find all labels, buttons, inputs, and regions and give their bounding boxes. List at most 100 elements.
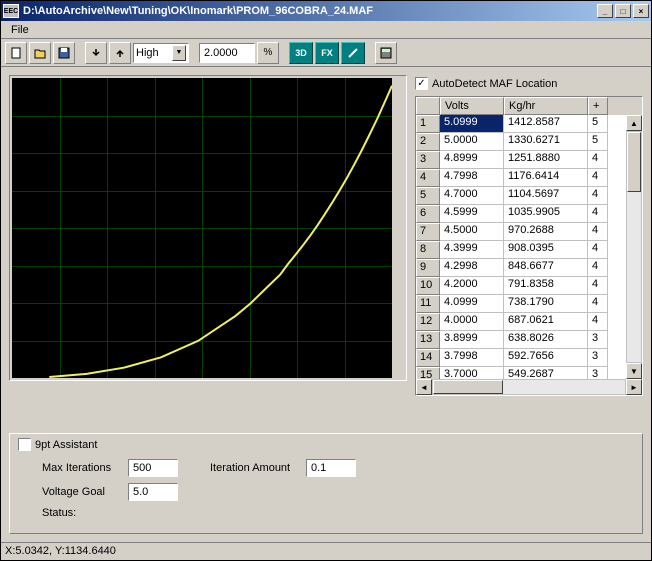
cell-extra[interactable]: 4 <box>588 151 608 169</box>
cell-extra[interactable]: 4 <box>588 241 608 259</box>
table-row[interactable]: 25.00001330.62715 <box>416 133 642 151</box>
row-number[interactable]: 1 <box>416 115 440 133</box>
scroll-down-icon[interactable]: ▼ <box>626 363 642 379</box>
percent-button[interactable]: % <box>257 42 279 64</box>
cell-kghr[interactable]: 1251.8880 <box>504 151 588 169</box>
cell-volts[interactable]: 4.5000 <box>440 223 504 241</box>
cell-kghr[interactable]: 908.0395 <box>504 241 588 259</box>
cell-kghr[interactable]: 592.7656 <box>504 349 588 367</box>
cell-extra[interactable]: 4 <box>588 187 608 205</box>
cell-volts[interactable]: 4.5999 <box>440 205 504 223</box>
row-number[interactable]: 12 <box>416 313 440 331</box>
row-number[interactable]: 4 <box>416 169 440 187</box>
col-volts[interactable]: Volts <box>440 97 504 115</box>
save-button[interactable] <box>53 42 75 64</box>
number-input[interactable] <box>199 43 255 63</box>
cell-kghr[interactable]: 687.0621 <box>504 313 588 331</box>
cell-extra[interactable]: 5 <box>588 133 608 151</box>
row-number[interactable]: 15 <box>416 367 440 379</box>
row-number[interactable]: 10 <box>416 277 440 295</box>
cell-extra[interactable]: 3 <box>588 349 608 367</box>
cell-extra[interactable]: 4 <box>588 259 608 277</box>
cell-volts[interactable]: 4.7000 <box>440 187 504 205</box>
scrollbar-horizontal[interactable]: ◄ ► <box>416 379 642 395</box>
cell-kghr[interactable]: 1176.6414 <box>504 169 588 187</box>
scroll-up-icon[interactable]: ▲ <box>626 115 642 131</box>
row-number[interactable]: 6 <box>416 205 440 223</box>
col-kghr[interactable]: Kg/hr <box>504 97 588 115</box>
table-row[interactable]: 94.2998848.66774 <box>416 259 642 277</box>
table-row[interactable]: 153.7000549.26873 <box>416 367 642 379</box>
cell-volts[interactable]: 4.8999 <box>440 151 504 169</box>
cell-extra[interactable]: 5 <box>588 115 608 133</box>
cell-volts[interactable]: 4.0000 <box>440 313 504 331</box>
cell-extra[interactable]: 3 <box>588 331 608 349</box>
cell-kghr[interactable]: 549.2687 <box>504 367 588 379</box>
cell-kghr[interactable]: 738.1790 <box>504 295 588 313</box>
cell-volts[interactable]: 4.0999 <box>440 295 504 313</box>
minimize-button[interactable]: _ <box>597 4 613 18</box>
table-row[interactable]: 64.59991035.99054 <box>416 205 642 223</box>
assistant-checkbox[interactable] <box>18 438 31 451</box>
cell-volts[interactable]: 5.0999 <box>440 115 504 133</box>
scroll-thumb-v[interactable] <box>627 132 641 192</box>
calculator-button[interactable] <box>375 42 397 64</box>
open-button[interactable] <box>29 42 51 64</box>
table-row[interactable]: 15.09991412.85875 <box>416 115 642 133</box>
cell-extra[interactable]: 4 <box>588 223 608 241</box>
cell-kghr[interactable]: 638.8026 <box>504 331 588 349</box>
table-row[interactable]: 133.8999638.80263 <box>416 331 642 349</box>
cell-volts[interactable]: 4.3999 <box>440 241 504 259</box>
scroll-thumb-h[interactable] <box>433 380 503 394</box>
cell-extra[interactable]: 4 <box>588 313 608 331</box>
row-number[interactable]: 5 <box>416 187 440 205</box>
scrollbar-vertical[interactable]: ▲ ▼ <box>626 115 642 379</box>
max-iter-input[interactable] <box>128 459 178 477</box>
table-row[interactable]: 84.3999908.03954 <box>416 241 642 259</box>
row-number[interactable]: 13 <box>416 331 440 349</box>
row-number[interactable]: 7 <box>416 223 440 241</box>
maximize-button[interactable]: □ <box>615 4 631 18</box>
row-number[interactable]: 3 <box>416 151 440 169</box>
arrow-down-button[interactable] <box>85 42 107 64</box>
tool-button-1[interactable] <box>341 42 365 64</box>
table-row[interactable]: 44.79981176.64144 <box>416 169 642 187</box>
table-row[interactable]: 143.7998592.76563 <box>416 349 642 367</box>
table-row[interactable]: 104.2000791.83584 <box>416 277 642 295</box>
cell-kghr[interactable]: 1104.5697 <box>504 187 588 205</box>
rowheader-blank[interactable] <box>416 97 440 115</box>
table-row[interactable]: 74.5000970.26884 <box>416 223 642 241</box>
cell-kghr[interactable]: 791.8358 <box>504 277 588 295</box>
cell-volts[interactable]: 5.0000 <box>440 133 504 151</box>
cell-extra[interactable]: 3 <box>588 367 608 379</box>
cell-extra[interactable]: 4 <box>588 295 608 313</box>
row-number[interactable]: 2 <box>416 133 440 151</box>
iter-amt-input[interactable] <box>306 459 356 477</box>
cell-volts[interactable]: 3.7000 <box>440 367 504 379</box>
cell-kghr[interactable]: 1330.6271 <box>504 133 588 151</box>
row-number[interactable]: 14 <box>416 349 440 367</box>
cell-kghr[interactable]: 1035.9905 <box>504 205 588 223</box>
table-row[interactable]: 114.0999738.17904 <box>416 295 642 313</box>
close-button[interactable]: × <box>633 4 649 18</box>
cell-volts[interactable]: 4.7998 <box>440 169 504 187</box>
cell-kghr[interactable]: 1412.8587 <box>504 115 588 133</box>
row-number[interactable]: 9 <box>416 259 440 277</box>
cell-volts[interactable]: 3.8999 <box>440 331 504 349</box>
fx-button[interactable]: FX <box>315 42 339 64</box>
table-row[interactable]: 34.89991251.88804 <box>416 151 642 169</box>
table-row[interactable]: 124.0000687.06214 <box>416 313 642 331</box>
autodetect-checkbox[interactable]: ✓ <box>415 77 428 90</box>
new-button[interactable] <box>5 42 27 64</box>
titlebar[interactable]: EEC D:\AutoArchive\New\Tuning\OK\Inomark… <box>1 1 651 21</box>
chart[interactable] <box>12 78 392 378</box>
cell-extra[interactable]: 4 <box>588 277 608 295</box>
col-extra[interactable]: + <box>588 97 608 115</box>
arrow-up-button[interactable] <box>109 42 131 64</box>
menu-file[interactable]: File <box>5 22 35 38</box>
cell-kghr[interactable]: 970.2688 <box>504 223 588 241</box>
cell-volts[interactable]: 3.7998 <box>440 349 504 367</box>
voltage-input[interactable] <box>128 483 178 501</box>
cell-volts[interactable]: 4.2998 <box>440 259 504 277</box>
cell-extra[interactable]: 4 <box>588 169 608 187</box>
